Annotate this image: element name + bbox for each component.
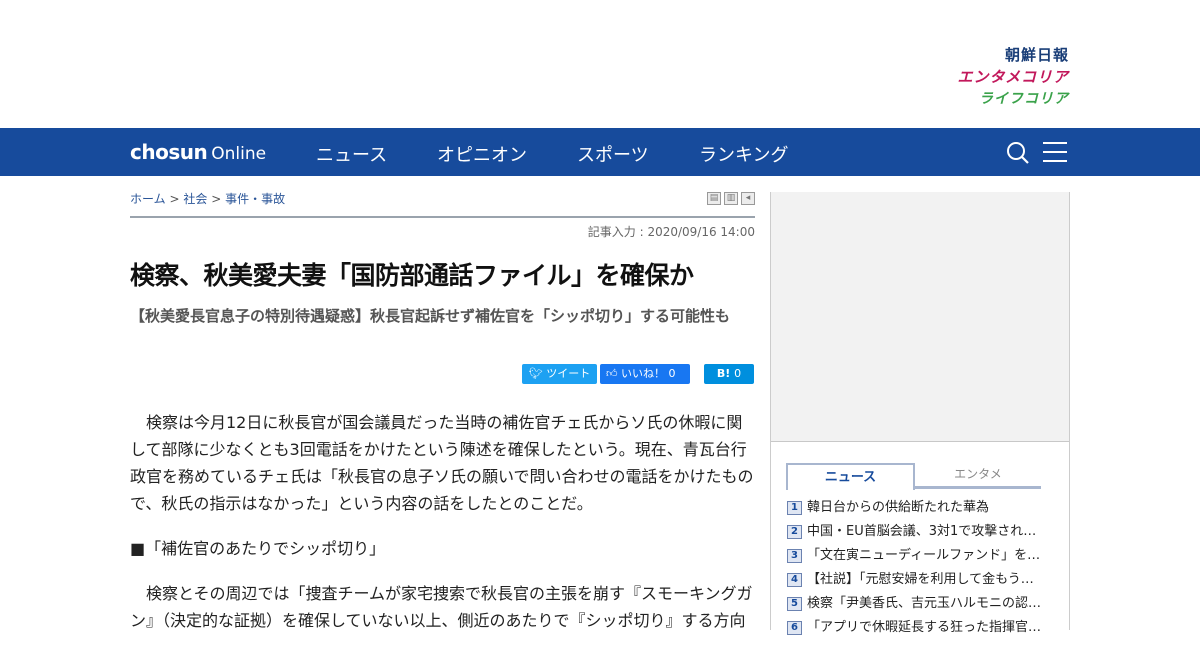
ranking-item[interactable]: 6 「アプリで休暇延長する狂った指揮官… [787,618,1052,642]
breadcrumb-section[interactable]: 社会 [183,192,207,206]
rank-number: 3 [787,549,802,563]
ranking-item[interactable]: 1 韓日台からの供給断たれた華為 [787,498,1052,522]
rank-number: 2 [787,525,802,539]
article-date: 記事入力 : 2020/09/16 14:00 [587,225,755,239]
ranking-item[interactable]: 3 「文在寅ニューディールファンド」を… [787,546,1052,570]
main-nav: chosun Online ニュース オピニオン スポーツ ランキング [0,128,1200,176]
rank-number: 6 [787,621,802,635]
search-icon[interactable] [1006,141,1030,165]
tab-news[interactable]: ニュース [786,463,915,490]
print-icon[interactable]: ▤ [707,192,721,205]
divider [130,216,755,218]
tab-entame[interactable]: エンタメ [915,463,1041,489]
hatena-label: B! [716,367,731,380]
hatena-count: 0 [734,367,742,380]
ranking-list: 1 韓日台からの供給断たれた華為 2 中国・EU首脳会議、3対1で攻撃され… 3 「文… [787,498,1052,642]
back-icon[interactable]: ◂ [741,192,755,205]
breadcrumb-home[interactable]: ホーム [130,192,166,206]
brand-links: 朝鮮日報 エンタメコリア ライフコリア [929,44,1069,110]
article-body: 検察は今月12日に秋長官が国会議員だった当時の補佐官チェ氏からソ氏の休暇に関して… [130,409,755,652]
article-paragraph: 検察とその周辺では「捜査チームが家宅捜索で秋長官の主張を崩す『スモーキングガン』… [130,584,753,630]
site-header: 朝鮮日報 エンタメコリア ライフコリア [0,0,1200,128]
ranking-title: 「文在寅ニューディールファンド」を… [807,548,1041,563]
entame-korea-link[interactable]: エンタメコリア [929,66,1069,88]
ranking-title: 「アプリで休暇延長する狂った指揮官… [807,620,1042,635]
hamburger-menu-icon[interactable] [1043,142,1067,162]
logo-main-text: chosun [130,140,208,164]
ranking-item[interactable]: 4 【社説】「元慰安婦を利用して金もう… [787,570,1052,594]
nav-item-news[interactable]: ニュース [316,141,387,167]
thumbs-up-icon: 👍︎ [606,367,618,380]
rank-number: 4 [787,573,802,587]
chosun-ilbo-link[interactable]: 朝鮮日報 [929,44,1069,66]
rank-number: 5 [787,597,802,611]
article-subhead: 【秋美愛長官息子の特別待遇疑惑】秋長官起訴せず補佐官を「シッポ切り」する可能性も [130,307,731,325]
logo-sub-text: Online [211,144,267,164]
life-korea-link[interactable]: ライフコリア [929,88,1069,110]
ranking-title: 【社説】「元慰安婦を利用して金もう… [807,572,1034,587]
twitter-icon: 🐦︎ [528,367,543,380]
article-tools: ▤ ▥ ◂ [704,192,755,211]
article-headline: 検察、秋美愛夫妻「国防部通話ファイル」を確保か [130,261,694,290]
ranking-title: 中国・EU首脳会議、3対1で攻撃され… [807,524,1037,539]
nav-item-opinion[interactable]: オピニオン [437,141,527,167]
article-paragraph: 検察は今月12日に秋長官が国会議員だった当時の補佐官チェ氏からソ氏の休暇に関して… [130,413,754,513]
nav-item-ranking[interactable]: ランキング [699,141,788,167]
ranking-tabs: ニュース エンタメ [786,463,1041,490]
sidebar: ニュース エンタメ 1 韓日台からの供給断たれた華為 2 中国・EU首脳会議、3対1… [770,192,1070,635]
rank-number: 1 [787,501,802,515]
ranking-title: 検察「尹美香氏、吉元玉ハルモニの認… [807,596,1042,611]
breadcrumb-separator: > [211,192,222,206]
tweet-button[interactable]: 🐦︎ ツイート [522,364,597,384]
facebook-like-button[interactable]: 👍︎ いいね！ 0 [600,364,690,384]
breadcrumb: ホーム > 社会 > 事件・事故 [130,190,285,207]
ranking-item[interactable]: 2 中国・EU首脳会議、3対1で攻撃され… [787,522,1052,546]
share-buttons: 🐦︎ ツイート 👍︎ いいね！ 0 B! 0 [522,364,754,384]
text-size-icon[interactable]: ▥ [724,192,738,205]
ranking-title: 韓日台からの供給断たれた華為 [807,500,990,515]
like-label: いいね！ [621,367,665,380]
ad-slot [771,192,1069,442]
breadcrumb-category[interactable]: 事件・事故 [225,192,285,206]
article-section-heading: ■「補佐官のあたりでシッポ切り」 [130,539,386,558]
tweet-label: ツイート [546,367,591,380]
nav-item-sports[interactable]: スポーツ [577,141,649,167]
like-count: 0 [668,367,676,380]
ranking-item[interactable]: 5 検察「尹美香氏、吉元玉ハルモニの認… [787,594,1052,618]
hatena-bookmark-button[interactable]: B! 0 [704,364,754,384]
site-logo[interactable]: chosun Online [130,140,266,164]
breadcrumb-separator: > [169,192,180,206]
